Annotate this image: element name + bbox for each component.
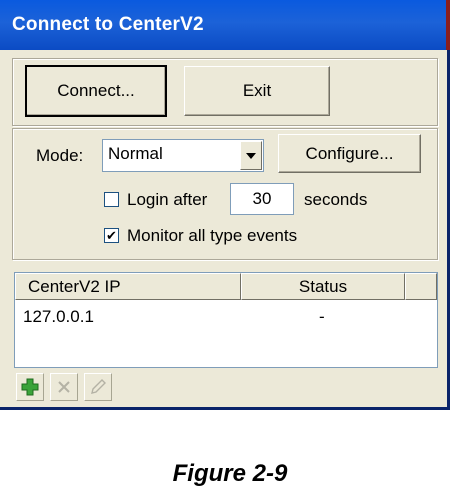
mode-select-value: Normal [108, 144, 163, 163]
figure-caption: Figure 2-9 [172, 460, 288, 487]
mode-select[interactable]: Normal [102, 139, 264, 172]
column-header-ip[interactable]: CenterV2 IP [15, 273, 241, 300]
column-header-status-label: Status [298, 276, 348, 296]
edit-icon [91, 379, 106, 394]
column-header-empty [405, 273, 437, 300]
configure-button[interactable]: Configure... [278, 134, 421, 173]
title-bar-edge [446, 0, 450, 50]
edit-button[interactable] [84, 373, 112, 401]
title-bar[interactable]: Connect to CenterV2 [0, 0, 450, 50]
monitor-events-checkbox[interactable]: ✔ [104, 228, 119, 243]
login-seconds-input[interactable]: 30 [230, 183, 294, 215]
login-after-checkbox[interactable] [104, 192, 119, 207]
window-title: Connect to CenterV2 [12, 14, 204, 35]
centerv2-list[interactable]: CenterV2 IP Status 127.0.0.1 - [14, 272, 438, 368]
mode-label: Mode: [36, 146, 84, 165]
column-header-ip-label: CenterV2 IP [28, 276, 121, 296]
seconds-label: seconds [304, 190, 368, 209]
row-status: - [319, 307, 325, 326]
login-after-label: Login after [127, 190, 208, 209]
connect-button[interactable]: Connect... [25, 65, 167, 117]
connect-dialog: Connect to CenterV2 Connect... Exit Mode… [0, 0, 450, 410]
add-icon [21, 378, 39, 396]
delete-button[interactable] [50, 373, 78, 401]
delete-icon [58, 381, 70, 393]
table-row[interactable]: 127.0.0.1 - [15, 303, 437, 327]
chevron-down-icon[interactable] [240, 141, 262, 170]
exit-button[interactable]: Exit [184, 66, 330, 116]
row-ip: 127.0.0.1 [23, 307, 94, 326]
add-button[interactable] [16, 373, 44, 401]
list-header: CenterV2 IP Status [15, 273, 437, 300]
checkmark-icon: ✔ [106, 228, 117, 243]
column-header-status[interactable]: Status [241, 273, 405, 300]
monitor-events-label: Monitor all type events [127, 226, 298, 245]
